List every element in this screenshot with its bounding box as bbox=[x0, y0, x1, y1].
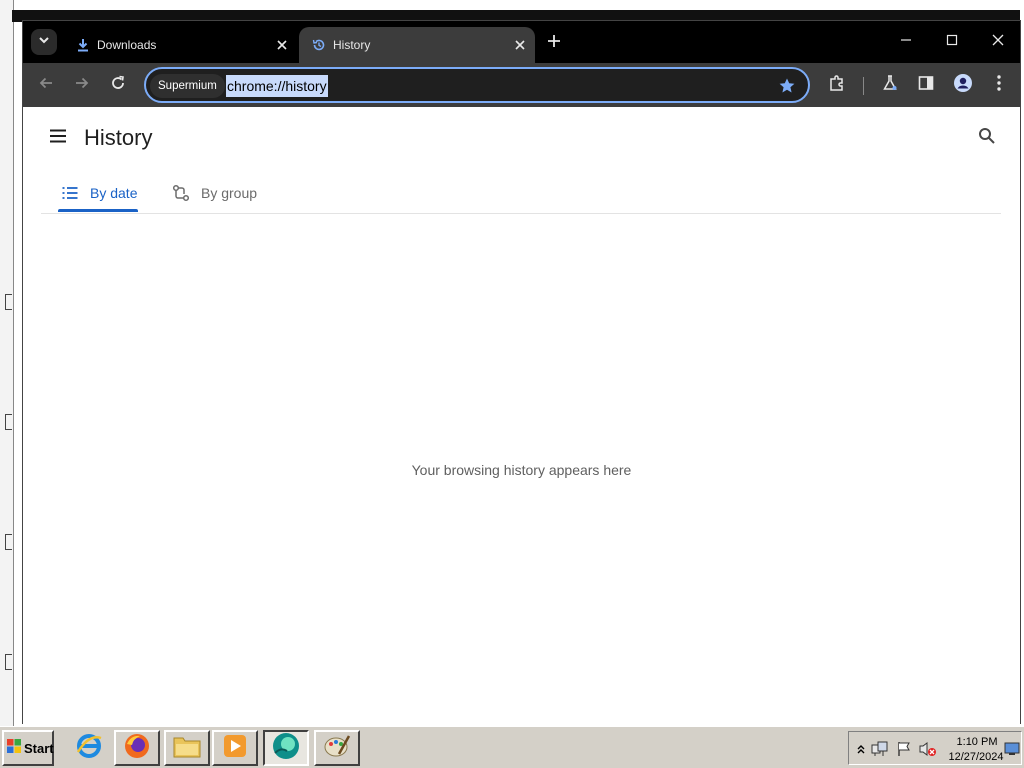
toolbar-separator bbox=[863, 77, 864, 95]
history-page: History By date By group Your browsing h… bbox=[23, 107, 1020, 725]
close-window-button[interactable] bbox=[975, 27, 1021, 57]
tab-downloads[interactable]: Downloads bbox=[63, 27, 297, 63]
empty-history-message: Your browsing history appears here bbox=[411, 462, 632, 478]
minimize-button[interactable] bbox=[883, 27, 929, 57]
puzzle-icon bbox=[828, 74, 846, 97]
account-icon bbox=[953, 73, 973, 98]
download-icon bbox=[75, 37, 91, 53]
back-button[interactable] bbox=[32, 71, 60, 99]
taskbar-app-paint[interactable] bbox=[314, 730, 360, 766]
start-label: Start bbox=[24, 740, 54, 756]
start-button[interactable]: Start bbox=[2, 730, 54, 766]
chevron-down-icon bbox=[38, 33, 50, 51]
reload-button[interactable] bbox=[104, 71, 132, 99]
supermium-icon bbox=[271, 731, 301, 766]
close-icon bbox=[992, 33, 1004, 51]
flask-icon bbox=[881, 74, 899, 97]
background-window-edge bbox=[5, 414, 12, 430]
bookmark-star-icon[interactable] bbox=[776, 75, 798, 97]
tab-by-group[interactable]: By group bbox=[171, 173, 257, 213]
tab-by-date[interactable]: By date bbox=[60, 173, 137, 213]
tab-title: Downloads bbox=[97, 38, 157, 52]
close-icon[interactable] bbox=[511, 36, 529, 54]
close-icon[interactable] bbox=[273, 36, 291, 54]
background-window-edge bbox=[5, 534, 12, 550]
media-player-icon bbox=[222, 733, 248, 764]
tab-strip: Downloads History bbox=[23, 21, 1020, 63]
taskbar-app-file-explorer[interactable] bbox=[164, 730, 210, 766]
maximize-button[interactable] bbox=[929, 27, 975, 57]
tab-history[interactable]: History bbox=[299, 27, 535, 63]
forward-button[interactable] bbox=[68, 71, 96, 99]
group-icon bbox=[171, 183, 191, 203]
taskbar-app-supermium[interactable] bbox=[263, 730, 309, 766]
plus-icon bbox=[547, 34, 561, 53]
reload-icon bbox=[110, 75, 126, 96]
clock-date[interactable]: 12/27/2024 bbox=[943, 751, 1009, 763]
page-title: History bbox=[84, 125, 153, 150]
chevron-up-icon[interactable] bbox=[852, 740, 870, 758]
new-tab-button[interactable] bbox=[543, 32, 565, 54]
list-icon bbox=[60, 183, 80, 203]
more-vert-icon bbox=[996, 74, 1002, 97]
main-menu-button[interactable] bbox=[45, 125, 71, 151]
profile-button[interactable] bbox=[949, 71, 977, 99]
side-panel-icon bbox=[917, 74, 935, 97]
address-bar[interactable]: Supermium chrome://history bbox=[144, 67, 810, 103]
maximize-icon bbox=[946, 33, 958, 51]
file-explorer-icon bbox=[172, 733, 202, 764]
extensions-button[interactable] bbox=[823, 71, 851, 99]
clock-time[interactable]: 1:10 PM bbox=[949, 736, 1005, 748]
firefox-icon bbox=[123, 732, 151, 765]
url-text[interactable]: chrome://history bbox=[226, 75, 328, 97]
windows-logo-icon bbox=[6, 738, 22, 759]
arrow-left-icon bbox=[38, 75, 54, 96]
taskbar: Start 1:10 PM 12/27/2024 bbox=[0, 726, 1024, 768]
browser-toolbar: Supermium chrome://history bbox=[23, 63, 1020, 107]
tab-search-button[interactable] bbox=[31, 29, 57, 55]
background-window-edge bbox=[5, 654, 12, 670]
search-icon bbox=[978, 127, 996, 150]
tab-label: By group bbox=[201, 185, 258, 201]
browser-window: Downloads History Supermium chrome://his… bbox=[22, 20, 1021, 725]
paint-icon bbox=[323, 732, 351, 765]
tab-title: History bbox=[333, 38, 371, 52]
tab-label: By date bbox=[90, 185, 138, 201]
menu-button[interactable] bbox=[985, 71, 1013, 99]
action-center-flag-icon[interactable] bbox=[895, 740, 913, 758]
taskbar-app-media-player[interactable] bbox=[212, 730, 258, 766]
tabs-divider bbox=[41, 213, 1001, 214]
taskbar-app-firefox[interactable] bbox=[114, 730, 160, 766]
history-icon bbox=[311, 37, 327, 53]
show-desktop-icon[interactable] bbox=[1003, 740, 1021, 758]
site-chip[interactable]: Supermium bbox=[150, 74, 225, 98]
background-window bbox=[0, 0, 14, 726]
volume-muted-icon[interactable] bbox=[919, 740, 937, 758]
minimize-icon bbox=[900, 33, 912, 51]
internet-explorer-icon bbox=[75, 732, 103, 765]
arrow-right-icon bbox=[74, 75, 90, 96]
labs-button[interactable] bbox=[876, 71, 904, 99]
search-history-button[interactable] bbox=[974, 125, 1000, 151]
selected-tab-indicator bbox=[58, 209, 138, 212]
system-tray: 1:10 PM 12/27/2024 bbox=[848, 731, 1022, 765]
hamburger-icon bbox=[49, 129, 67, 148]
side-panel-button[interactable] bbox=[912, 71, 940, 99]
network-icon[interactable] bbox=[871, 740, 889, 758]
taskbar-app-internet-explorer[interactable] bbox=[66, 730, 112, 766]
background-window-edge bbox=[5, 294, 12, 310]
